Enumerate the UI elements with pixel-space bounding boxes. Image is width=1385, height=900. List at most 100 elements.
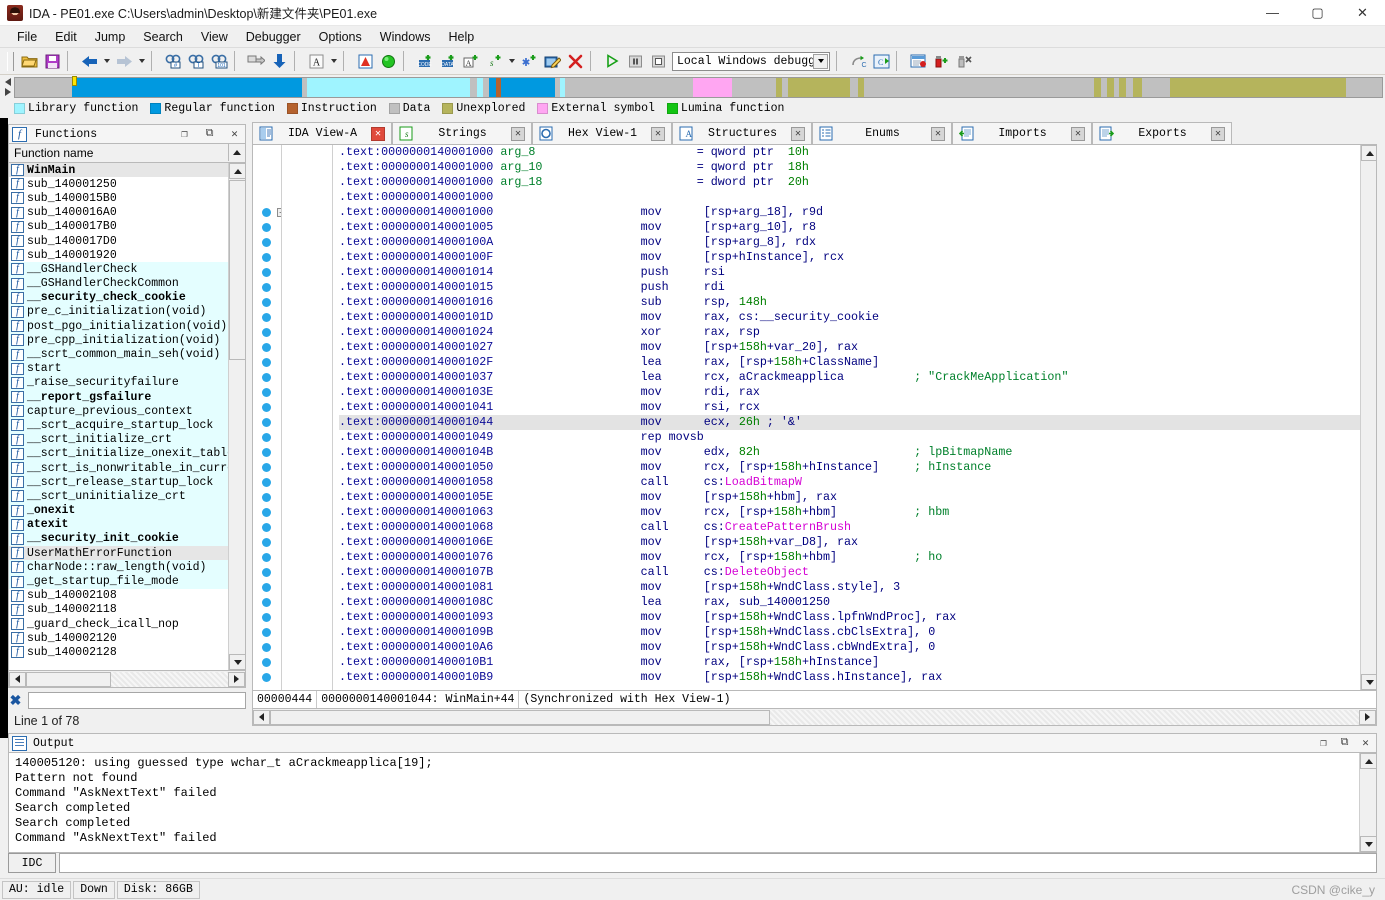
disassembly-line[interactable]: .text:0000000140001000 arg_10 = qword pt… <box>339 160 1376 175</box>
menu-view[interactable]: View <box>192 28 237 46</box>
output-scroll-down-button[interactable] <box>1360 836 1376 852</box>
disassembly-line[interactable]: .text:0000000140001050 mov rcx, [rsp+158… <box>339 460 1376 475</box>
function-list-item[interactable]: f _guard_check_icall_nop <box>9 617 228 631</box>
disassembly-hscroll-left-button[interactable] <box>253 709 270 725</box>
tab-exports[interactable]: Exports ✕ <box>1092 122 1232 144</box>
disassembly-line[interactable]: .text:0000000140001058 call cs:LoadBitma… <box>339 475 1376 490</box>
delete-breakpoint-icon[interactable] <box>953 50 975 72</box>
navigation-band[interactable] <box>14 75 1383 98</box>
forward-arrow-icon[interactable] <box>113 50 135 72</box>
make-data-icon[interactable]: DATA <box>437 50 459 72</box>
idc-command-input[interactable] <box>59 853 1377 873</box>
disassembly-line[interactable]: .text:0000000140001027 mov [rsp+158h+var… <box>339 340 1376 355</box>
make-code-icon[interactable]: CODE <box>414 50 436 72</box>
function-list-item[interactable]: f __report_gsfailure <box>9 390 228 405</box>
tab-ida-view-a[interactable]: IDA View-A ✕ <box>252 122 392 144</box>
function-list-item[interactable]: f WinMain <box>9 163 228 178</box>
function-list-item[interactable]: f __scrt_acquire_startup_lock <box>9 418 228 433</box>
function-list-item[interactable]: f pre_cpp_initialization(void) <box>9 333 228 348</box>
functions-hscroll-left-button[interactable] <box>9 671 26 687</box>
step-over-icon[interactable]: C <box>847 50 869 72</box>
disassembly-line[interactable]: .text:00000001400010B9 mov [rsp+158h+Wnd… <box>339 670 1376 685</box>
disassembly-line[interactable]: .text:0000000140001000 mov [rsp+arg_18],… <box>339 205 1376 220</box>
disassembly-line[interactable]: .text:0000000140001016 sub rsp, 148h <box>339 295 1376 310</box>
disassembly-line[interactable]: .text:000000014000101D mov rax, cs:__sec… <box>339 310 1376 325</box>
disassembly-view[interactable]: − .text:0000000140001000 arg_8 = qword p… <box>252 144 1377 726</box>
toolbar-grip[interactable] <box>7 51 14 71</box>
disassembly-line[interactable]: .text:0000000140001081 mov [rsp+158h+Wnd… <box>339 580 1376 595</box>
disassembly-line[interactable]: .text:000000014000103E mov rdi, rax <box>339 385 1376 400</box>
breakpoint-list-icon[interactable] <box>907 50 929 72</box>
functions-column-header[interactable]: Function name <box>8 144 246 163</box>
menu-windows[interactable]: Windows <box>371 28 440 46</box>
disassembly-vertical-scrollbar[interactable] <box>1360 145 1376 690</box>
output-log-area[interactable]: 140005120: using guessed type wchar_t aC… <box>8 753 1377 853</box>
save-icon[interactable] <box>41 50 63 72</box>
make-struct-chevron-down-icon[interactable] <box>506 50 517 72</box>
disassembly-line[interactable]: .text:000000014000105E mov [rsp+158h+hbm… <box>339 490 1376 505</box>
tab-hex-view-1[interactable]: Hex View-1 ✕ <box>532 122 672 144</box>
functions-hscroll-thumb[interactable] <box>26 671 111 687</box>
add-breakpoint-icon[interactable] <box>930 50 952 72</box>
function-list-item[interactable]: f charNode::raw_length(void) <box>9 560 228 575</box>
function-list-item[interactable]: f sub_1400017D0 <box>9 234 228 248</box>
output-scroll-up-button[interactable] <box>1360 753 1376 769</box>
function-list-item[interactable]: f sub_140002108 <box>9 589 228 603</box>
functions-scroll-up-icon[interactable] <box>228 144 245 161</box>
run-icon[interactable] <box>601 50 623 72</box>
disassembly-line[interactable]: .text:0000000140001068 call cs:CreatePat… <box>339 520 1376 535</box>
disassembly-hscroll-right-button[interactable] <box>1359 709 1376 725</box>
menu-options[interactable]: Options <box>310 28 371 46</box>
maximize-button[interactable]: ▢ <box>1295 0 1340 26</box>
function-list-item[interactable]: f capture_previous_context <box>9 404 228 419</box>
menu-file[interactable]: File <box>8 28 46 46</box>
disassembly-line[interactable]: .text:0000000140001041 mov rsi, rcx <box>339 400 1376 415</box>
function-list-item[interactable]: f sub_140001920 <box>9 248 228 262</box>
disassembly-line[interactable]: .text:0000000140001076 mov rcx, [rsp+158… <box>339 550 1376 565</box>
output-panel-restore-button[interactable]: ❐ <box>1313 734 1334 752</box>
functions-hscroll-right-button[interactable] <box>228 671 245 687</box>
functions-list[interactable]: f WinMain f sub_140001250 f sub_1400015B0 f sub… <box>8 163 246 671</box>
disassembly-line[interactable]: .text:000000014000106E mov [rsp+158h+var… <box>339 535 1376 550</box>
menu-help[interactable]: Help <box>439 28 483 46</box>
open-file-icon[interactable] <box>18 50 40 72</box>
green-circle-icon[interactable] <box>377 50 399 72</box>
function-list-item[interactable]: f atexit <box>9 517 228 532</box>
tab-close-icon[interactable]: ✕ <box>511 126 525 141</box>
make-ascii-icon[interactable]: A <box>460 50 482 72</box>
disassembly-horizontal-scrollbar[interactable] <box>253 708 1376 725</box>
disassembly-line[interactable]: .text:0000000140001024 xor rax, rsp <box>339 325 1376 340</box>
navband-scroll-arrows[interactable] <box>2 77 14 98</box>
function-list-item[interactable]: f sub_1400017B0 <box>9 220 228 234</box>
disassembly-line[interactable]: .text:000000014000104B mov edx, 82h ; lp… <box>339 445 1376 460</box>
tab-close-icon[interactable]: ✕ <box>651 126 665 141</box>
tab-structures[interactable]: A Structures ✕ <box>672 122 812 144</box>
disassembly-line[interactable]: .text:0000000140001000 <box>339 190 1376 205</box>
functions-scrollbar-thumb[interactable] <box>229 180 245 360</box>
forward-history-chevron-down-icon[interactable] <box>136 50 147 72</box>
disassembly-line[interactable]: .text:0000000140001063 mov rcx, [rsp+158… <box>339 505 1376 520</box>
functions-panel-restore-button[interactable]: ❐ <box>174 125 195 143</box>
back-history-chevron-down-icon[interactable] <box>101 50 112 72</box>
function-list-item[interactable]: f _raise_securityfailure <box>9 375 228 390</box>
undefine-icon[interactable] <box>564 50 586 72</box>
disassembly-line[interactable]: .text:000000014000100F mov [rsp+hInstanc… <box>339 250 1376 265</box>
filter-clear-icon[interactable]: ✖ <box>8 692 23 708</box>
disassembly-hscroll-track[interactable] <box>770 709 1359 725</box>
output-panel-close-button[interactable]: ✕ <box>1355 734 1376 752</box>
disassembly-line[interactable]: .text:0000000140001093 mov [rsp+158h+Wnd… <box>339 610 1376 625</box>
debugger-select-chevron-down-icon[interactable] <box>813 53 828 69</box>
output-panel-float-button[interactable]: ⧉ <box>1334 734 1355 752</box>
function-list-item[interactable]: f __scrt_is_nonwritable_in_current <box>9 460 228 476</box>
jump-icon[interactable] <box>245 50 267 72</box>
disassembly-body[interactable]: − .text:0000000140001000 arg_8 = qword p… <box>253 145 1376 690</box>
disassembly-line[interactable]: .text:000000014000107B call cs:DeleteObj… <box>339 565 1376 580</box>
functions-horizontal-scrollbar[interactable] <box>8 671 246 688</box>
text-style-icon[interactable]: A <box>305 50 327 72</box>
function-list-item[interactable]: f sub_1400016A0 <box>9 206 228 220</box>
graph-icon[interactable] <box>354 50 376 72</box>
function-list-item[interactable]: f __scrt_release_startup_lock <box>9 475 228 490</box>
function-list-item[interactable]: f sub_140002128 <box>9 645 228 659</box>
disassembly-hscroll-thumb[interactable] <box>270 709 770 725</box>
menu-edit[interactable]: Edit <box>46 28 86 46</box>
